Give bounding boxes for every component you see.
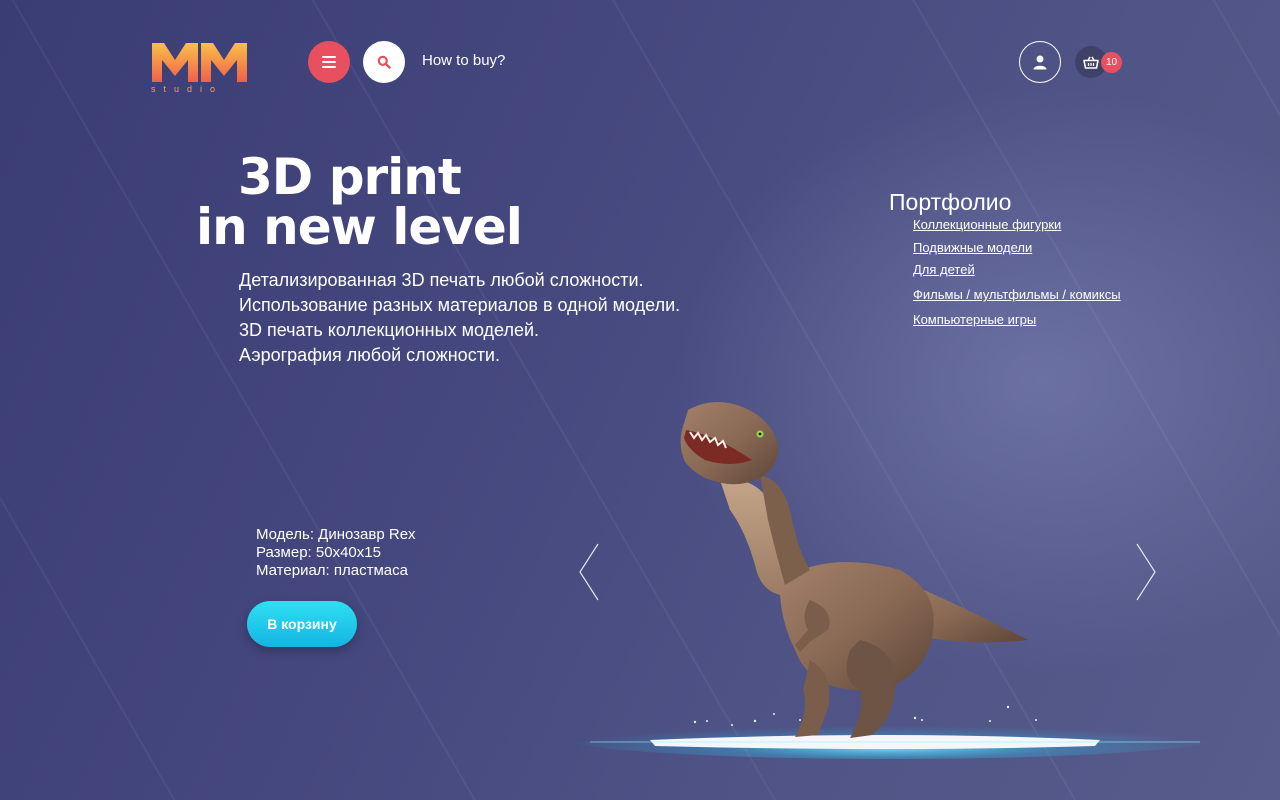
- dinosaur-model-image: [680, 401, 1028, 738]
- portfolio-item: Компьютерные игры: [913, 311, 1036, 329]
- feature-list: Детализированная 3D печать любой сложнос…: [239, 268, 680, 368]
- cart-count-badge: 10: [1101, 52, 1122, 73]
- chevron-right-icon: [1136, 543, 1156, 601]
- feature-item: Аэрография любой сложности.: [239, 345, 500, 365]
- portfolio-link-movable-models[interactable]: Подвижные модели: [913, 240, 1032, 255]
- hero-title-line-1: 3D print: [238, 148, 462, 206]
- product-material: Материал: пластмаса: [256, 562, 408, 579]
- background-stripes: [0, 0, 1280, 800]
- portfolio-link-for-kids[interactable]: Для детей: [913, 262, 975, 277]
- hamburger-icon: [322, 56, 336, 68]
- product-model: Модель: Динозавр Rex: [256, 526, 416, 543]
- product-info: Модель: Динозавр Rex Размер: 50x40x15 Ма…: [256, 526, 416, 580]
- portfolio-item: Фильмы / мультфильмы / комиксы: [913, 286, 1121, 304]
- search-icon: [377, 55, 391, 69]
- portfolio-item: Для детей: [913, 261, 975, 279]
- logo-subtitle: studio: [151, 84, 224, 94]
- feature-item: Детализированная 3D печать любой сложнос…: [239, 270, 644, 290]
- basket-icon: [1083, 55, 1099, 69]
- chevron-left-icon: [579, 543, 599, 601]
- how-to-buy-link[interactable]: How to buy?: [422, 52, 505, 69]
- feature-item: 3D печать коллекционных моделей.: [239, 320, 540, 340]
- portfolio-link-computer-games[interactable]: Компьютерные игры: [913, 312, 1036, 327]
- portfolio-heading: Портфолио: [889, 189, 1012, 215]
- hero-title: 3D print in new level: [196, 148, 523, 256]
- carousel-prev-arrow[interactable]: [577, 542, 601, 607]
- user-account-button[interactable]: [1019, 41, 1061, 83]
- menu-button[interactable]: [308, 41, 350, 83]
- carousel-next-arrow[interactable]: [1134, 542, 1158, 607]
- portfolio-item: Подвижные модели: [913, 239, 1032, 257]
- portfolio-link-movies-comics[interactable]: Фильмы / мультфильмы / комиксы: [913, 287, 1121, 302]
- product-size: Размер: 50x40x15: [256, 544, 381, 561]
- portfolio-link-collectible-figures[interactable]: Коллекционные фигурки: [913, 217, 1061, 232]
- user-icon: [1033, 55, 1047, 69]
- feature-item: Использование разных материалов в одной …: [239, 295, 681, 315]
- search-button[interactable]: [363, 41, 405, 83]
- add-to-cart-button[interactable]: В корзину: [247, 601, 357, 647]
- hero-title-line-2: in new level: [196, 198, 523, 256]
- portfolio-item: Коллекционные фигурки: [913, 216, 1061, 234]
